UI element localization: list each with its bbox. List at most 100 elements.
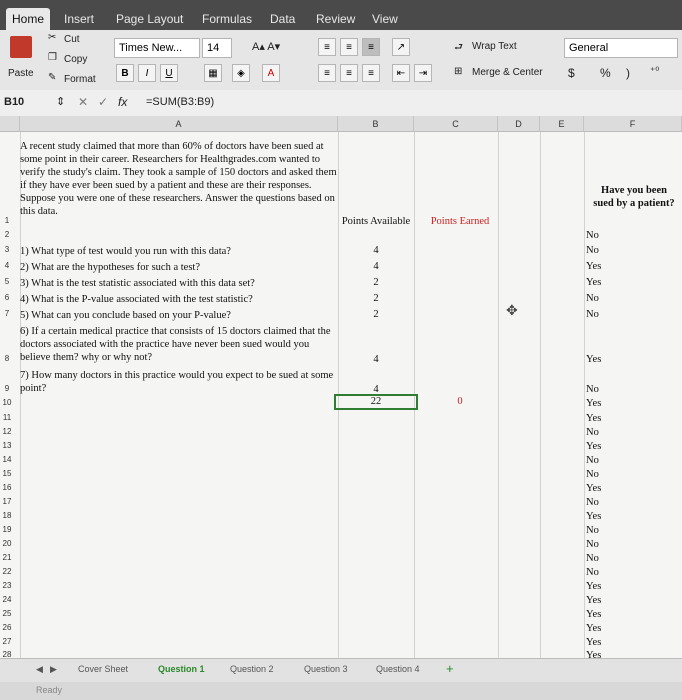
tab-review[interactable]: Review xyxy=(310,8,361,30)
orientation-icon[interactable]: ↗ xyxy=(392,38,410,56)
name-box-stepper-icon[interactable]: ⇕ xyxy=(56,95,65,108)
response-cell[interactable]: Yes xyxy=(586,441,624,452)
indent-increase-icon[interactable]: ⇥ xyxy=(414,64,432,82)
row-header[interactable]: 11 xyxy=(0,413,14,422)
tab-view[interactable]: View xyxy=(366,8,404,30)
number-format-select[interactable]: General xyxy=(564,38,678,58)
column-header-b[interactable]: B xyxy=(338,116,414,132)
response-cell[interactable]: No xyxy=(586,384,624,395)
borders-icon[interactable]: ▦ xyxy=(204,64,222,82)
points-q3[interactable]: 2 xyxy=(338,277,414,288)
response-cell[interactable]: No xyxy=(586,567,624,578)
prev-sheet-icon[interactable]: ◀ xyxy=(36,664,43,675)
row-header[interactable]: 15 xyxy=(0,469,14,478)
align-left-icon[interactable]: ≡ xyxy=(318,64,336,82)
row-header[interactable]: 10 xyxy=(0,398,14,407)
tab-page-layout[interactable]: Page Layout xyxy=(110,8,189,30)
format-painter-button[interactable]: Format xyxy=(64,74,96,85)
row-header[interactable]: 24 xyxy=(0,595,14,604)
row-header[interactable]: 6 xyxy=(0,293,14,302)
response-cell[interactable]: No xyxy=(586,427,624,438)
confirm-icon[interactable]: ✓ xyxy=(98,95,108,109)
formula-input[interactable]: =SUM(B3:B9) xyxy=(146,96,214,108)
total-available[interactable]: 22 xyxy=(338,396,414,407)
copy-button[interactable]: Copy xyxy=(64,54,87,65)
sheet-tab-question-2[interactable]: Question 2 xyxy=(230,664,274,674)
points-earned-header[interactable]: Points Earned xyxy=(420,216,500,227)
response-cell[interactable]: Yes xyxy=(586,483,624,494)
response-cell[interactable]: Yes xyxy=(586,398,624,409)
question-5[interactable]: 5) What can you conclude based on your P… xyxy=(20,309,338,322)
response-cell[interactable]: No xyxy=(586,230,624,241)
percent-button[interactable]: % xyxy=(600,66,611,80)
response-cell[interactable]: Yes xyxy=(586,354,624,365)
question-6[interactable]: 6) If a certain medical practice that co… xyxy=(20,325,338,364)
points-q2[interactable]: 4 xyxy=(338,261,414,272)
response-cell[interactable]: No xyxy=(586,245,624,256)
column-header-e[interactable]: E xyxy=(540,116,584,132)
italic-button[interactable]: I xyxy=(138,64,156,82)
response-cell[interactable]: Yes xyxy=(586,637,624,648)
question-3[interactable]: 3) What is the test statistic associated… xyxy=(20,277,338,290)
row-header[interactable]: 27 xyxy=(0,637,14,646)
paste-label[interactable]: Paste xyxy=(8,68,34,79)
currency-button[interactable]: $ xyxy=(568,66,575,80)
points-q4[interactable]: 2 xyxy=(338,293,414,304)
worksheet-grid[interactable]: 1 2 3 4 5 6 7 8 9 10 11 12 13 14 15 16 1… xyxy=(0,132,682,658)
row-header[interactable]: 26 xyxy=(0,623,14,632)
row-header[interactable]: 2 xyxy=(0,230,14,239)
sheet-tab-question-4[interactable]: Question 4 xyxy=(376,664,420,674)
row-header[interactable]: 19 xyxy=(0,525,14,534)
tab-data[interactable]: Data xyxy=(264,8,301,30)
row-header[interactable]: 13 xyxy=(0,441,14,450)
survey-question-header[interactable]: Have you been sued by a patient? xyxy=(592,184,676,210)
cut-button[interactable]: Cut xyxy=(64,34,80,45)
column-header-d[interactable]: D xyxy=(498,116,540,132)
row-header[interactable]: 23 xyxy=(0,581,14,590)
sheet-tab-question-1[interactable]: Question 1 xyxy=(158,664,205,674)
response-cell[interactable]: Yes xyxy=(586,609,624,620)
response-cell[interactable]: No xyxy=(586,525,624,536)
response-cell[interactable]: Yes xyxy=(586,277,624,288)
total-earned[interactable]: 0 xyxy=(420,396,500,407)
row-header[interactable]: 21 xyxy=(0,553,14,562)
column-header-c[interactable]: C xyxy=(414,116,498,132)
response-cell[interactable]: No xyxy=(586,293,624,304)
align-right-icon[interactable]: ≡ xyxy=(362,64,380,82)
response-cell[interactable]: Yes xyxy=(586,261,624,272)
response-cell[interactable]: No xyxy=(586,469,624,480)
response-cell[interactable]: No xyxy=(586,553,624,564)
response-cell[interactable]: Yes xyxy=(586,511,624,522)
sheet-tab-question-3[interactable]: Question 3 xyxy=(304,664,348,674)
row-header[interactable]: 20 xyxy=(0,539,14,548)
font-name-select[interactable]: Times New... xyxy=(114,38,200,58)
increase-decimal-icon[interactable]: ⁺⁰ xyxy=(650,66,659,77)
response-cell[interactable]: No xyxy=(586,455,624,466)
response-cell[interactable]: Yes xyxy=(586,650,624,658)
row-header[interactable]: 28 xyxy=(0,650,14,658)
copy-icon[interactable]: ❐ xyxy=(48,52,57,63)
align-top-icon[interactable]: ≡ xyxy=(318,38,336,56)
underline-button[interactable]: U xyxy=(160,64,178,82)
merge-center-button[interactable]: Merge & Center xyxy=(472,67,543,78)
format-painter-icon[interactable]: ✎ xyxy=(48,72,56,83)
row-header[interactable]: 5 xyxy=(0,277,14,286)
sheet-tab-cover[interactable]: Cover Sheet xyxy=(78,664,128,674)
points-available-header[interactable]: Points Available xyxy=(338,216,414,227)
next-sheet-icon[interactable]: ▶ xyxy=(50,664,57,675)
add-sheet-icon[interactable]: + xyxy=(446,661,454,676)
align-center-icon[interactable]: ≡ xyxy=(340,64,358,82)
tab-formulas[interactable]: Formulas xyxy=(196,8,258,30)
points-q1[interactable]: 4 xyxy=(338,245,414,256)
row-header[interactable]: 12 xyxy=(0,427,14,436)
row-header[interactable]: 9 xyxy=(0,384,14,393)
name-box[interactable]: B10 xyxy=(4,96,24,108)
question-2[interactable]: 2) What are the hypotheses for such a te… xyxy=(20,261,338,274)
align-middle-icon[interactable]: ≡ xyxy=(340,38,358,56)
row-header[interactable]: 17 xyxy=(0,497,14,506)
points-q6[interactable]: 4 xyxy=(338,354,414,365)
fx-icon[interactable]: fx xyxy=(118,95,127,109)
fill-color-icon[interactable]: ◈ xyxy=(232,64,250,82)
response-cell[interactable]: No xyxy=(586,539,624,550)
row-header[interactable]: 4 xyxy=(0,261,14,270)
